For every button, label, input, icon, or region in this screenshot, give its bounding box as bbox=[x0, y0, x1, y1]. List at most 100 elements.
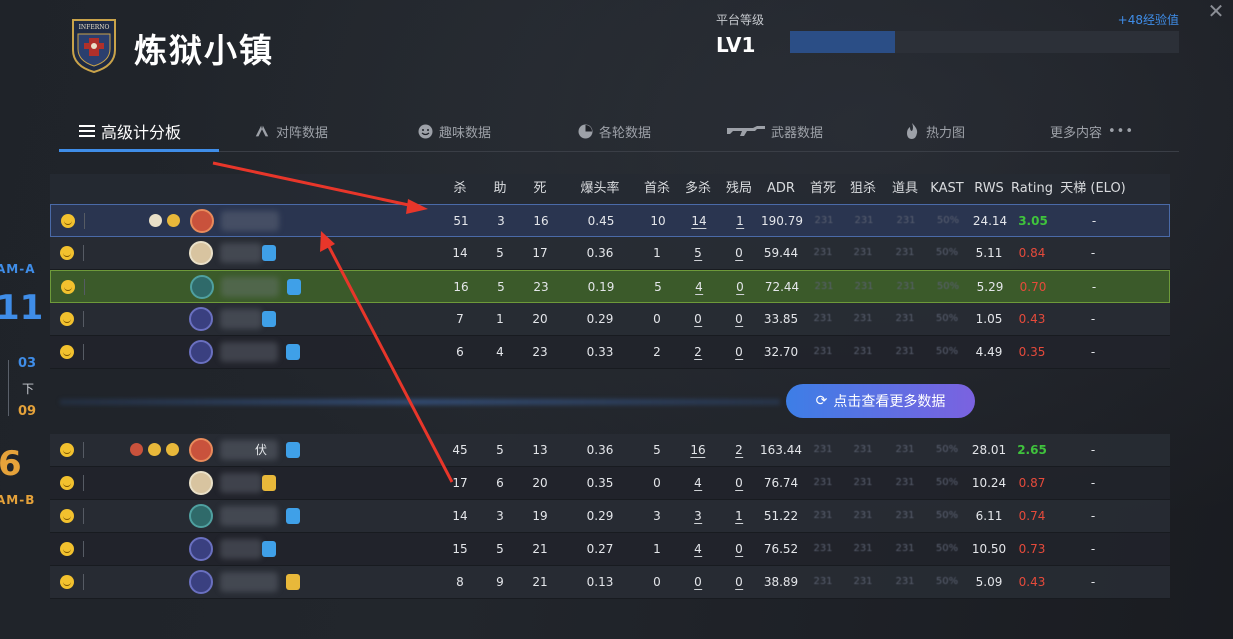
view-more-data-button[interactable]: ⟳ 点击查看更多数据 bbox=[786, 384, 975, 418]
player-name-obscured[interactable] bbox=[220, 572, 278, 592]
column-header-ladder-elo[interactable]: 天梯 (ELO) bbox=[1060, 174, 1126, 204]
smile-icon[interactable] bbox=[60, 542, 74, 556]
stat-kast-locked: 50% bbox=[935, 543, 959, 554]
column-header-headshot-rate[interactable]: 爆头率 bbox=[580, 174, 619, 204]
smile-icon[interactable] bbox=[60, 246, 74, 260]
tab-scoreboard[interactable]: 高级计分板 bbox=[79, 112, 181, 150]
player-row[interactable]: 16 5 23 0.19 5 4 0 72.44 231 231 231 50% 5.29 0.70 - bbox=[50, 270, 1170, 303]
achievement-badge-icon bbox=[130, 443, 143, 456]
player-name-obscured[interactable] bbox=[220, 539, 262, 559]
tab-versus[interactable]: 对阵数据 bbox=[254, 112, 328, 150]
column-header-kast[interactable]: KAST bbox=[930, 174, 963, 204]
column-header-sniper-kills[interactable]: 狙杀 bbox=[850, 174, 876, 204]
stat-multi-kills[interactable]: 2 bbox=[694, 336, 702, 368]
player-avatar[interactable] bbox=[189, 241, 213, 265]
tab-weapon-data[interactable]: 武器数据 bbox=[727, 112, 823, 150]
player-avatar[interactable] bbox=[189, 307, 213, 331]
player-row[interactable]: 17 6 20 0.35 0 4 0 76.74 231 231 231 50% 10.24 0.87 - bbox=[50, 467, 1170, 500]
stat-clutches[interactable]: 0 bbox=[735, 566, 743, 598]
stat-clutches[interactable]: 1 bbox=[736, 205, 744, 237]
tab-heatmap[interactable]: 热力图 bbox=[904, 112, 965, 150]
player-name-obscured[interactable] bbox=[221, 277, 279, 297]
player-name-obscured[interactable] bbox=[220, 506, 278, 526]
player-name-obscured[interactable] bbox=[220, 342, 278, 362]
player-row[interactable]: 14 3 19 0.29 3 3 1 51.22 231 231 231 50% 6.11 0.74 - bbox=[50, 500, 1170, 533]
smile-icon[interactable] bbox=[60, 476, 74, 490]
stat-multi-kills[interactable]: 14 bbox=[691, 205, 707, 237]
stat-clutches[interactable]: 0 bbox=[735, 237, 743, 269]
smile-icon[interactable] bbox=[60, 509, 74, 523]
stat-multi-kills[interactable]: 5 bbox=[694, 237, 702, 269]
column-header-adr[interactable]: ADR bbox=[767, 174, 795, 204]
column-header-assists[interactable]: 助 bbox=[493, 174, 506, 204]
stat-multi-kills[interactable]: 0 bbox=[694, 566, 702, 598]
exp-gain-link[interactable]: +48经验值 bbox=[1118, 11, 1179, 28]
stat-clutches[interactable]: 1 bbox=[735, 500, 743, 532]
stat-utility-locked: 231 bbox=[896, 215, 916, 226]
smile-icon[interactable] bbox=[60, 443, 74, 457]
player-avatar[interactable] bbox=[189, 504, 213, 528]
player-avatar[interactable] bbox=[189, 340, 213, 364]
player-row[interactable]: 6 4 23 0.33 2 2 0 32.70 231 231 231 50% 4.49 0.35 - bbox=[50, 336, 1170, 369]
player-avatar[interactable] bbox=[189, 471, 213, 495]
stat-rating: 0.87 bbox=[1018, 476, 1046, 490]
player-name-obscured[interactable] bbox=[220, 473, 262, 493]
stat-clutches[interactable]: 2 bbox=[735, 434, 743, 466]
column-header-kills[interactable]: 杀 bbox=[453, 174, 466, 204]
stat-clutches[interactable]: 0 bbox=[736, 271, 744, 303]
player-avatar[interactable] bbox=[189, 438, 213, 462]
flame-icon bbox=[904, 123, 920, 139]
tab-more[interactable]: 更多内容 ••• bbox=[1050, 112, 1134, 150]
player-row[interactable]: 15 5 21 0.27 1 4 0 76.52 231 231 231 50% 10.50 0.73 - bbox=[50, 533, 1170, 566]
stat-multi-kills[interactable]: 3 bbox=[694, 500, 702, 532]
stat-headshot-rate: 0.29 bbox=[587, 303, 614, 335]
column-header-multi-kills[interactable]: 多杀 bbox=[685, 174, 711, 204]
player-row[interactable]: 7 1 20 0.29 0 0 0 33.85 231 231 231 50% 1.05 0.43 - bbox=[50, 303, 1170, 336]
column-header-rws[interactable]: RWS bbox=[974, 174, 1004, 204]
smile-icon[interactable] bbox=[60, 345, 74, 359]
stat-multi-kills[interactable]: 0 bbox=[694, 303, 702, 335]
stat-clutches[interactable]: 0 bbox=[735, 467, 743, 499]
stat-value: 0.36 bbox=[586, 443, 614, 457]
column-header-deaths[interactable]: 死 bbox=[533, 174, 546, 204]
stat-clutches[interactable]: 0 bbox=[735, 533, 743, 565]
player-name-obscured[interactable] bbox=[220, 243, 262, 263]
player-row[interactable]: 伏 45 5 13 0.36 5 16 2 163.44 231 231 231 50% 28.01 2.6… bbox=[50, 434, 1170, 467]
player-row[interactable]: 14 5 17 0.36 1 5 0 59.44 231 231 231 50% 5.11 0.84 - bbox=[50, 237, 1170, 270]
column-header-utility[interactable]: 道具 bbox=[892, 174, 918, 204]
player-name-obscured[interactable] bbox=[221, 211, 279, 231]
player-name-obscured[interactable] bbox=[220, 309, 262, 329]
smile-icon[interactable] bbox=[60, 312, 74, 326]
stat-value: 5 bbox=[496, 443, 504, 457]
stat-multi-kills[interactable]: 4 bbox=[695, 271, 703, 303]
column-header-first-kills[interactable]: 首杀 bbox=[644, 174, 670, 204]
stat-ladder-elo: - bbox=[1090, 509, 1096, 523]
column-header-rating[interactable]: Rating bbox=[1011, 174, 1053, 204]
player-name-obscured[interactable] bbox=[220, 440, 278, 460]
player-avatar[interactable] bbox=[190, 275, 214, 299]
player-avatar[interactable] bbox=[190, 209, 214, 233]
tab-fun-data[interactable]: 趣味数据 bbox=[417, 112, 491, 150]
player-avatar[interactable] bbox=[189, 537, 213, 561]
player-row[interactable]: 51 3 16 0.45 10 14 1 190.79 231 231 231 50% 24.14 3.0… bbox=[50, 204, 1170, 237]
stat-multi-kills[interactable]: 4 bbox=[694, 533, 702, 565]
player-avatar[interactable] bbox=[189, 570, 213, 594]
stat-deaths: 13 bbox=[532, 434, 547, 466]
smile-icon[interactable] bbox=[61, 214, 75, 228]
close-button[interactable]: ✕ bbox=[1206, 1, 1226, 22]
stat-clutches[interactable]: 0 bbox=[735, 336, 743, 368]
column-header-first-deaths[interactable]: 首死 bbox=[810, 174, 836, 204]
stat-multi-kills[interactable]: 4 bbox=[694, 467, 702, 499]
tab-round-data[interactable]: 各轮数据 bbox=[577, 112, 651, 150]
player-row[interactable]: 8 9 21 0.13 0 0 0 38.89 231 231 231 50% 5.09 0.43 - bbox=[50, 566, 1170, 599]
stat-multi-kills[interactable]: 16 bbox=[690, 434, 706, 466]
stat-rws: 10.50 bbox=[971, 542, 1007, 556]
smile-icon bbox=[417, 123, 433, 139]
smile-icon[interactable] bbox=[61, 280, 75, 294]
smile-icon[interactable] bbox=[60, 575, 74, 589]
stat-value: 6 bbox=[496, 476, 504, 490]
stat-value: 4 bbox=[694, 542, 702, 557]
stat-clutches[interactable]: 0 bbox=[735, 303, 743, 335]
stat-adr: 163.44 bbox=[760, 434, 802, 466]
column-header-clutches[interactable]: 残局 bbox=[726, 174, 752, 204]
